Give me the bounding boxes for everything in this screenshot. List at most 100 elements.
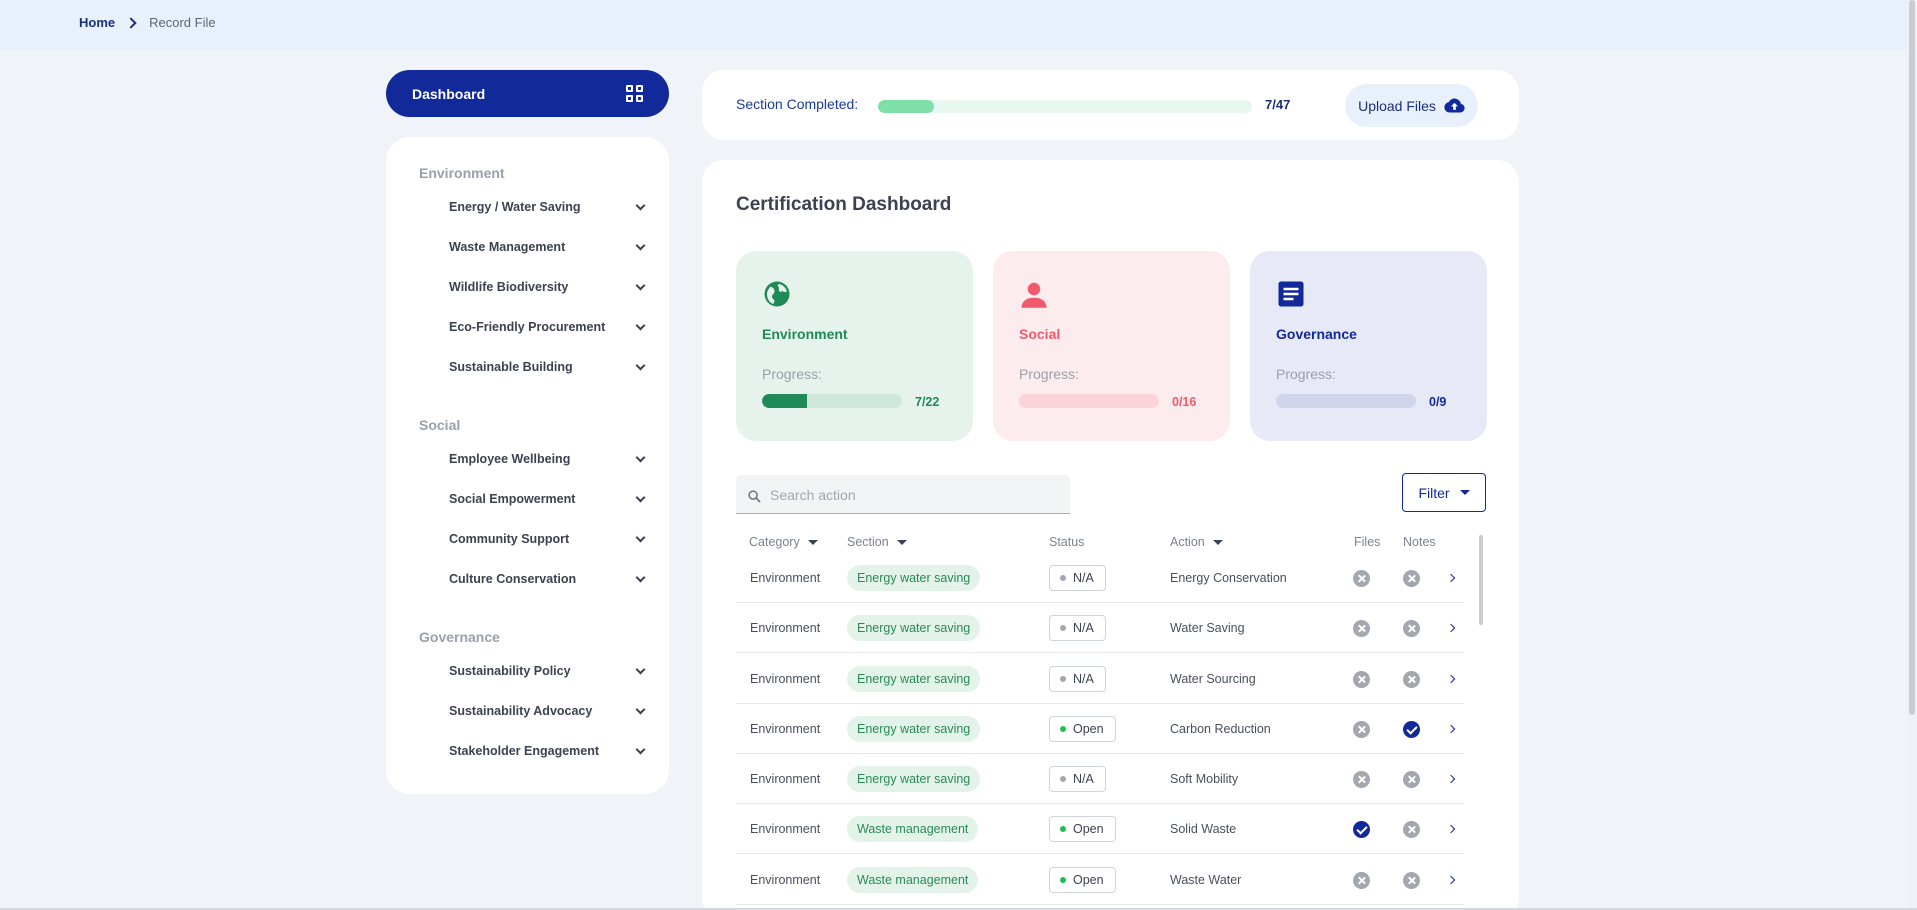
breadcrumb: Home Record File bbox=[79, 15, 216, 30]
sidebar-item-community-support[interactable]: Community Support bbox=[449, 527, 649, 551]
environment-card[interactable]: Environment Progress: 7/22 bbox=[736, 251, 973, 441]
notes-cell bbox=[1403, 654, 1420, 704]
chevron-down-icon bbox=[635, 240, 646, 250]
table-row[interactable]: Environment Waste management Open Solid Was… bbox=[736, 804, 1464, 854]
chevron-right-icon[interactable] bbox=[1446, 724, 1456, 734]
action-cell: Water Saving bbox=[1170, 603, 1245, 653]
section-progress-bar bbox=[878, 100, 1252, 113]
section-tag: Waste management bbox=[847, 867, 979, 893]
chevron-down-icon bbox=[635, 320, 646, 330]
chevron-right-icon[interactable] bbox=[1446, 875, 1456, 885]
row-open-cell[interactable] bbox=[1446, 804, 1456, 854]
breadcrumb-current: Record File bbox=[149, 15, 216, 30]
search-input[interactable] bbox=[770, 484, 1050, 506]
sidebar-item-label: Waste Management bbox=[449, 240, 566, 254]
column-header-section: Section bbox=[847, 535, 907, 549]
sidebar-item-sustainability-policy[interactable]: Sustainability Policy bbox=[449, 659, 649, 683]
chevron-right-icon[interactable] bbox=[1446, 674, 1456, 684]
sort-caret-icon[interactable] bbox=[807, 539, 818, 545]
status-cell: Open bbox=[1049, 804, 1116, 854]
section-tag: Energy water saving bbox=[847, 666, 981, 692]
chevron-right-icon[interactable] bbox=[1446, 774, 1456, 784]
action-text: Water Saving bbox=[1170, 621, 1245, 635]
sidebar-item-social-empowerment[interactable]: Social Empowerment bbox=[449, 487, 649, 511]
sidebar-item-stakeholder-engagement[interactable]: Stakeholder Engagement bbox=[449, 739, 649, 763]
sidebar-item-waste-management[interactable]: Waste Management bbox=[449, 235, 649, 259]
caret-down-icon bbox=[1459, 490, 1470, 495]
action-text: Waste Water bbox=[1170, 873, 1242, 887]
x-circle-icon bbox=[1353, 770, 1370, 788]
row-open-cell[interactable] bbox=[1446, 704, 1456, 754]
x-circle-icon bbox=[1353, 871, 1370, 889]
check-circle-icon bbox=[1403, 720, 1420, 738]
status-badge: Open bbox=[1049, 816, 1116, 842]
row-open-cell[interactable] bbox=[1446, 754, 1456, 804]
status-dot-icon bbox=[1060, 826, 1066, 832]
chevron-down-icon bbox=[635, 452, 646, 462]
upload-files-button[interactable]: Upload Files bbox=[1345, 84, 1478, 127]
section-cell: Energy water saving bbox=[847, 654, 981, 704]
sidebar-item-wildlife-biodiversity[interactable]: Wildlife Biodiversity bbox=[449, 275, 649, 299]
sidebar-item-label: Employee Wellbeing bbox=[449, 452, 571, 466]
table-scrollbar[interactable] bbox=[1479, 535, 1483, 625]
category-text: Environment bbox=[750, 822, 821, 836]
sort-caret-icon[interactable] bbox=[1212, 539, 1223, 545]
sidebar-item-eco-friendly-procurement[interactable]: Eco-Friendly Procurement bbox=[449, 315, 649, 339]
row-open-cell[interactable] bbox=[1446, 855, 1456, 905]
table-row[interactable]: Environment Energy water saving N/A Water S… bbox=[736, 654, 1464, 704]
row-open-cell[interactable] bbox=[1446, 654, 1456, 704]
files-cell bbox=[1353, 704, 1370, 754]
sidebar-item-label: Culture Conservation bbox=[449, 572, 577, 586]
page-scrollbar-thumb[interactable] bbox=[1909, 0, 1915, 715]
page-scrollbar[interactable] bbox=[1907, 0, 1917, 910]
sidebar-item-label: Sustainable Building bbox=[449, 360, 573, 374]
sidebar-item-sustainable-building[interactable]: Sustainable Building bbox=[449, 355, 649, 379]
section-cell: Waste management bbox=[847, 804, 979, 854]
status-dot-icon bbox=[1060, 776, 1066, 782]
chevron-right-icon[interactable] bbox=[1446, 573, 1456, 583]
table-row[interactable]: Environment Waste management Open Waste Wat… bbox=[736, 855, 1464, 905]
dashboard-button[interactable]: Dashboard bbox=[386, 70, 669, 117]
action-text: Carbon Reduction bbox=[1170, 722, 1271, 736]
chevron-down-icon bbox=[635, 744, 646, 754]
status-dot-icon bbox=[1060, 877, 1066, 883]
status-badge: N/A bbox=[1049, 766, 1106, 792]
table-row[interactable]: Environment Energy water saving N/A Energy … bbox=[736, 553, 1464, 603]
chevron-down-icon bbox=[635, 360, 646, 370]
x-circle-icon bbox=[1353, 569, 1370, 587]
sort-caret-icon[interactable] bbox=[896, 539, 907, 545]
table-row[interactable]: Environment Energy water saving Open Carbon… bbox=[736, 704, 1464, 754]
chevron-right-icon[interactable] bbox=[1446, 824, 1456, 834]
sidebar-nav: Environment Energy / Water Saving Waste … bbox=[386, 137, 669, 794]
section-cell: Energy water saving bbox=[847, 603, 981, 653]
row-open-cell[interactable] bbox=[1446, 603, 1456, 653]
x-circle-icon bbox=[1403, 770, 1420, 788]
breadcrumb-home-link[interactable]: Home bbox=[79, 15, 115, 30]
files-cell bbox=[1353, 654, 1370, 704]
header-label: Section bbox=[847, 535, 889, 549]
table-row[interactable]: Environment Energy water saving N/A Soft Mo… bbox=[736, 754, 1464, 804]
sidebar-item-employee-wellbeing[interactable]: Employee Wellbeing bbox=[449, 447, 649, 471]
chevron-down-icon bbox=[635, 200, 646, 210]
header-label: Notes bbox=[1403, 535, 1436, 549]
table-row[interactable]: Environment Energy water saving N/A Water S… bbox=[736, 603, 1464, 653]
main-panel: Certification Dashboard Environment Prog… bbox=[702, 160, 1519, 910]
section-cell: Waste management bbox=[847, 855, 979, 905]
governance-card[interactable]: Governance Progress: 0/9 bbox=[1250, 251, 1487, 441]
sidebar-item-sustainability-advocacy[interactable]: Sustainability Advocacy bbox=[449, 699, 649, 723]
sidebar-item-culture-conservation[interactable]: Culture Conservation bbox=[449, 567, 649, 591]
section-tag: Energy water saving bbox=[847, 565, 981, 591]
status-text: N/A bbox=[1073, 571, 1094, 585]
category-progress-bar bbox=[762, 394, 902, 408]
status-badge: N/A bbox=[1049, 565, 1106, 591]
search-field bbox=[736, 475, 1070, 514]
row-open-cell[interactable] bbox=[1446, 553, 1456, 603]
column-header-status: Status bbox=[1049, 535, 1084, 549]
files-cell bbox=[1353, 603, 1370, 653]
status-badge: Open bbox=[1049, 716, 1116, 742]
filter-button[interactable]: Filter bbox=[1402, 473, 1486, 512]
social-card[interactable]: Social Progress: 0/16 bbox=[993, 251, 1230, 441]
sidebar-item-energy-water-saving[interactable]: Energy / Water Saving bbox=[449, 195, 649, 219]
chevron-right-icon[interactable] bbox=[1446, 623, 1456, 633]
files-cell bbox=[1353, 804, 1370, 854]
